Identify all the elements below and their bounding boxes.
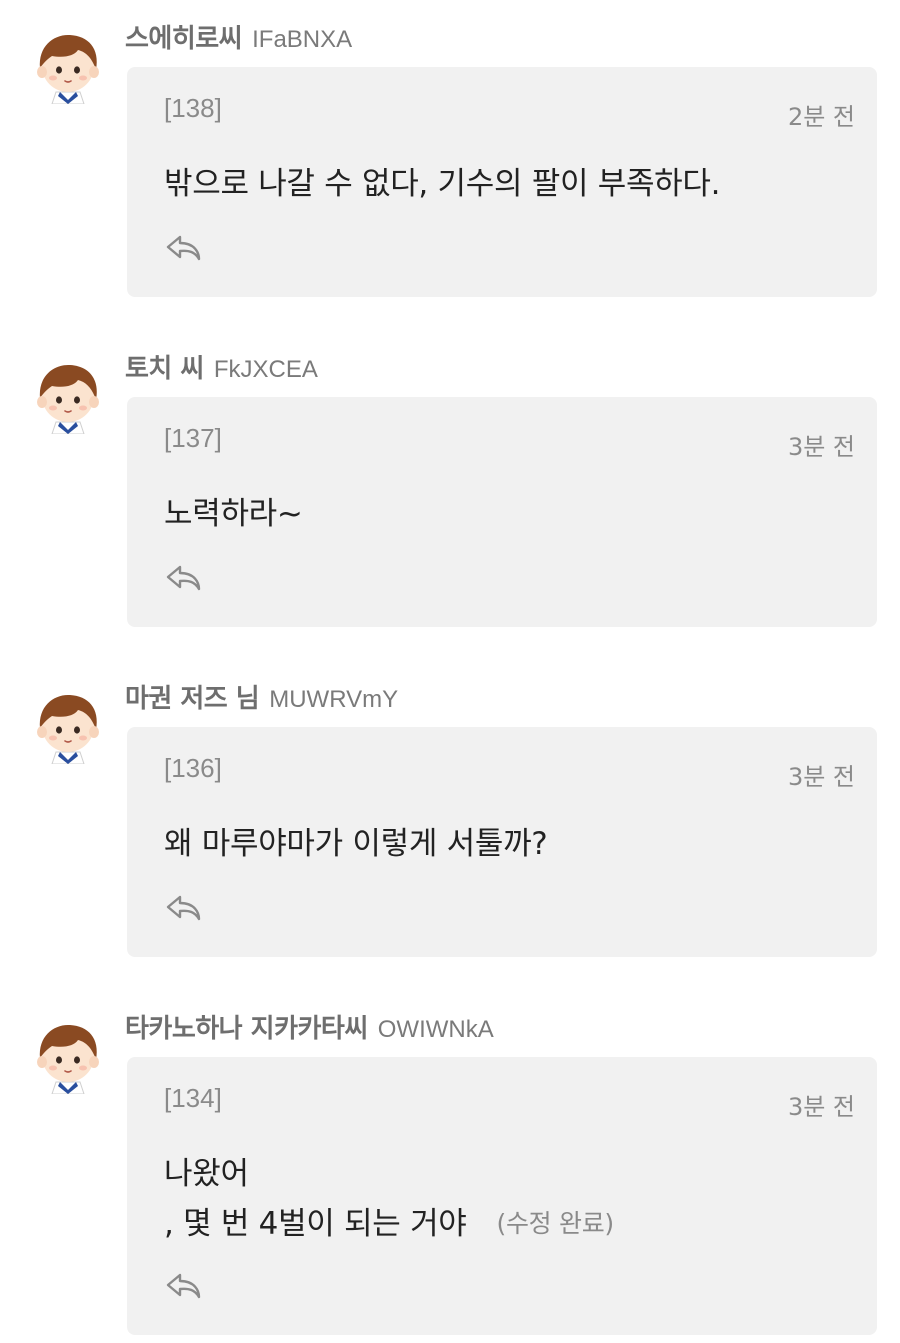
comment-text-line: 노력하라~ [164, 496, 303, 532]
post-number[interactable]: [137] [164, 423, 222, 454]
comment-text-line: 왜 마루야마가 이렇게 서툴까? [164, 826, 548, 862]
comment-item: 마권 저즈 님 MUWRVmY [136] 3분 전 왜 마루야마가 이렇게 서… [0, 660, 900, 990]
reply-arrow-icon[interactable] [165, 893, 205, 929]
comment-text-line: , 몇 번 4벌이 되는 거야 (수정 완료) [164, 1199, 854, 1251]
comment-text-line: 나왔어 [164, 1156, 249, 1192]
author-id: IFaBNXA [252, 26, 353, 53]
comment-bubble: [134] 3분 전 나왔어 , 몇 번 4벌이 되는 거야 (수정 완료) [127, 1057, 877, 1335]
author-id: FkJXCEA [213, 356, 318, 383]
post-time: 3분 전 [787, 1093, 855, 1121]
author-nickname[interactable]: 마권 저즈 님 [125, 678, 260, 715]
author-nickname[interactable]: 타카노하나 지카카타씨 [125, 1008, 368, 1045]
post-number[interactable]: [138] [164, 93, 222, 124]
author-id: OWIWNkA [377, 1016, 494, 1043]
comment-text: 왜 마루야마가 이렇게 서툴까? [164, 819, 854, 869]
post-number[interactable]: [134] [164, 1083, 222, 1114]
boy-avatar-icon[interactable] [30, 28, 106, 105]
post-time: 3분 전 [787, 763, 855, 791]
comment-text: 노력하라~ [164, 489, 854, 539]
boy-avatar-icon[interactable] [30, 358, 106, 435]
author-id: MUWRVmY [269, 686, 399, 713]
edited-marker: (수정 완료) [496, 1209, 615, 1238]
post-number[interactable]: [136] [164, 753, 222, 784]
comment-author: 타카노하나 지카카타씨 OWIWNkA [125, 1008, 494, 1044]
comment-bubble: [138] 2분 전 밖으로 나갈 수 없다, 기수의 팔이 부족하다. [127, 67, 877, 297]
comment-item: 타카노하나 지카카타씨 OWIWNkA [134] 3분 전 나왔어 , 몇 번… [0, 990, 900, 1343]
comment-text-line-content: , 몇 번 4벌이 되는 거야 [164, 1206, 467, 1242]
comment-author: 토치 씨 FkJXCEA [125, 348, 318, 384]
comment-item: 스에히로씨 IFaBNXA [138] 2분 전 밖으로 나갈 수 없다, 기수… [0, 0, 900, 330]
comment-text: 밖으로 나갈 수 없다, 기수의 팔이 부족하다. [164, 159, 854, 209]
reply-arrow-icon[interactable] [165, 1271, 205, 1307]
comment-item: 토치 씨 FkJXCEA [137] 3분 전 노력하라~ [0, 330, 900, 660]
boy-avatar-icon[interactable] [30, 1018, 106, 1095]
author-nickname[interactable]: 스에히로씨 [125, 18, 243, 55]
author-nickname[interactable]: 토치 씨 [125, 348, 204, 385]
post-time: 2분 전 [787, 103, 855, 131]
comment-text: 나왔어 , 몇 번 4벌이 되는 거야 (수정 완료) [164, 1149, 854, 1251]
reply-arrow-icon[interactable] [165, 563, 205, 599]
comment-bubble: [136] 3분 전 왜 마루야마가 이렇게 서툴까? [127, 727, 877, 957]
boy-avatar-icon[interactable] [30, 688, 106, 765]
comment-author: 마권 저즈 님 MUWRVmY [125, 678, 398, 714]
comment-author: 스에히로씨 IFaBNXA [125, 18, 352, 54]
comment-text-line: 밖으로 나갈 수 없다, 기수의 팔이 부족하다. [164, 166, 721, 202]
comment-bubble: [137] 3분 전 노력하라~ [127, 397, 877, 627]
reply-arrow-icon[interactable] [165, 233, 205, 269]
post-time: 3분 전 [787, 433, 855, 461]
